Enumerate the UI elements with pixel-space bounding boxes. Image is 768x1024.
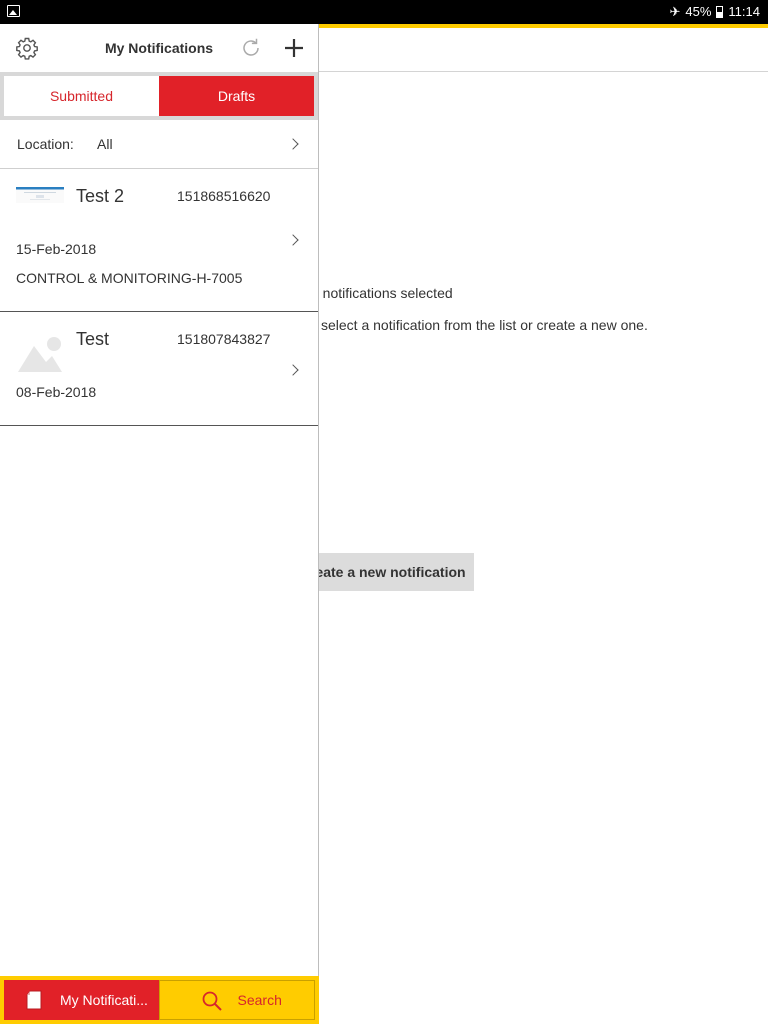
create-notification-button[interactable]: eate a new notification xyxy=(307,553,474,591)
battery-icon xyxy=(716,5,724,18)
status-bar: ✈ 45% 11:14 xyxy=(0,0,768,24)
chevron-right-icon xyxy=(287,364,299,376)
refresh-icon[interactable] xyxy=(239,36,263,60)
page-title: My Notifications xyxy=(104,40,214,56)
notification-date: 15-Feb-2018 xyxy=(16,241,97,257)
notification-item[interactable]: Test 2 151868516620 15-Feb-2018 CONTROL … xyxy=(0,169,318,312)
plus-icon[interactable] xyxy=(282,36,306,60)
location-label: Location: xyxy=(17,136,74,152)
document-icon xyxy=(24,989,46,1011)
notification-number: 151807843827 xyxy=(177,331,271,347)
notification-location: CONTROL & MONITORING-H-7005 xyxy=(16,270,243,286)
notification-title: Test 2 xyxy=(76,186,125,206)
search-icon xyxy=(201,990,223,1012)
tab-label: My Notificati... xyxy=(60,992,148,1008)
notifications-drawer: My Notifications Submitted Drafts Locati… xyxy=(0,24,319,1024)
chevron-right-icon xyxy=(287,234,299,246)
location-value: All xyxy=(97,136,113,152)
notification-number: 151868516620 xyxy=(177,188,271,204)
drawer-header: My Notifications xyxy=(0,24,318,72)
tab-label: Search xyxy=(237,992,282,1008)
clock: 11:14 xyxy=(728,4,760,19)
tab-my-notifications[interactable]: My Notificati... xyxy=(4,980,159,1020)
tab-search[interactable]: Search xyxy=(158,980,315,1020)
tab-drafts[interactable]: Drafts xyxy=(159,76,314,116)
status-bar-right: ✈ 45% 11:14 xyxy=(669,4,760,19)
bottom-tab-bar: My Notificati... Search xyxy=(0,976,319,1024)
notification-title: Test xyxy=(76,329,110,349)
gallery-notification-icon xyxy=(7,5,20,17)
location-filter[interactable]: Location: All xyxy=(0,120,318,169)
chevron-right-icon xyxy=(287,138,299,150)
airplane-mode-icon: ✈ xyxy=(669,3,681,19)
tab-submitted[interactable]: Submitted xyxy=(4,76,159,116)
screenshot-thumbnail xyxy=(16,187,64,203)
image-placeholder-icon xyxy=(16,332,64,372)
status-tabs: Submitted Drafts xyxy=(4,76,314,116)
detail-toolbar xyxy=(319,28,768,72)
notification-item[interactable]: Test 151807843827 08-Feb-2018 xyxy=(0,312,318,426)
empty-state-subtitle: select a notification from the list or c… xyxy=(321,317,648,333)
notification-date: 08-Feb-2018 xyxy=(16,384,97,400)
detail-pane: o notifications selected select a notifi… xyxy=(307,28,768,1024)
empty-state-title: o notifications selected xyxy=(311,285,453,301)
battery-percent: 45% xyxy=(685,4,712,19)
status-tabs-container: Submitted Drafts xyxy=(0,72,318,120)
